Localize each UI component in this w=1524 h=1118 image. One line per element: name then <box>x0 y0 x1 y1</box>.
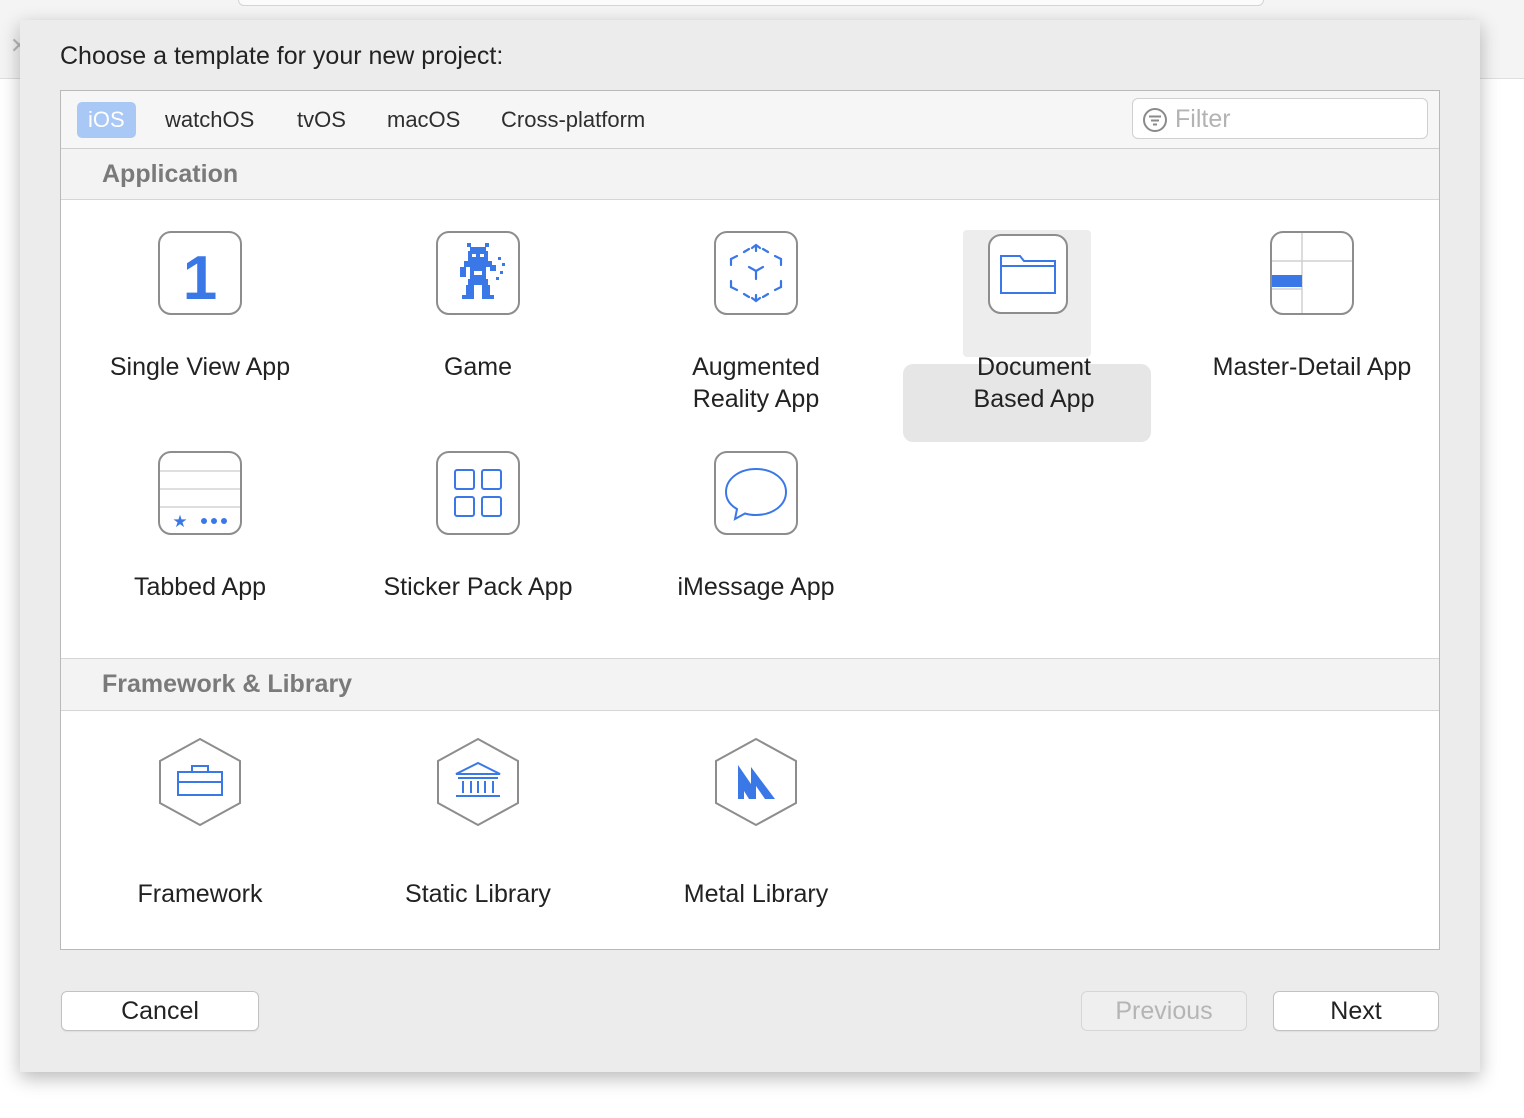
tab-watchos[interactable]: watchOS <box>154 102 265 138</box>
template-master-detail-app[interactable]: Master-Detail App <box>1173 230 1451 450</box>
toolbox-icon <box>159 737 241 827</box>
template-static-library[interactable]: Static Library <box>339 737 617 927</box>
section-title: Framework & Library <box>102 670 353 698</box>
template-label: Sticker Pack App <box>383 573 573 601</box>
sticker-grid-icon <box>436 451 520 535</box>
template-augmented-reality-app[interactable]: Augmented Reality App <box>617 230 895 450</box>
template-label: iMessage App <box>677 573 835 601</box>
previous-button[interactable]: Previous <box>1081 991 1247 1031</box>
single-view-app-icon: 1 <box>158 231 242 315</box>
next-button[interactable]: Next <box>1273 991 1439 1031</box>
template-imessage-app[interactable]: iMessage App <box>617 450 895 650</box>
template-label: Document Based App <box>973 353 1095 413</box>
template-label: Augmented Reality App <box>692 353 820 413</box>
template-single-view-app[interactable]: 1 Single View App <box>61 230 339 450</box>
template-metal-library[interactable]: Metal Library <box>617 737 895 927</box>
tab-tvos[interactable]: tvOS <box>286 102 357 138</box>
message-bubble-icon <box>714 451 798 535</box>
library-building-icon <box>437 737 519 827</box>
background-toolbar-field <box>238 0 1264 6</box>
template-panel: iOS watchOS tvOS macOS Cross-platform Fi… <box>60 90 1440 950</box>
cancel-button[interactable]: Cancel <box>61 991 259 1031</box>
template-label: Tabbed App <box>133 573 267 601</box>
folder-icon <box>988 234 1068 314</box>
master-detail-icon <box>1270 231 1354 315</box>
metal-icon <box>715 737 797 827</box>
template-label: Framework <box>137 880 263 908</box>
template-label: Game <box>443 353 513 381</box>
template-label: Master-Detail App <box>1212 353 1412 381</box>
dialog-prompt: Choose a template for your new project: <box>60 42 504 70</box>
template-label: Metal Library <box>683 880 829 908</box>
augmented-reality-icon <box>714 231 798 315</box>
section-title: Application <box>102 160 239 188</box>
svg-text:★: ★ <box>172 512 187 532</box>
filter-input[interactable] <box>1173 103 1417 136</box>
template-document-based-app[interactable]: Document Based App <box>895 230 1173 450</box>
section-header-framework-library: Framework & Library <box>61 658 1439 711</box>
tab-macos[interactable]: macOS <box>376 102 471 138</box>
game-icon <box>436 231 520 315</box>
tabbed-app-icon: ★ <box>158 451 242 535</box>
template-label: Single View App <box>109 353 291 381</box>
template-game[interactable]: Game <box>339 230 617 450</box>
template-sticker-pack-app[interactable]: Sticker Pack App <box>339 450 617 650</box>
platform-tab-bar: iOS watchOS tvOS macOS Cross-platform <box>61 91 1439 149</box>
section-header-application: Application <box>61 149 1439 200</box>
template-tabbed-app[interactable]: ★ Tabbed App <box>61 450 339 650</box>
template-label: Static Library <box>405 880 551 908</box>
filter-field[interactable] <box>1132 98 1428 139</box>
template-framework[interactable]: Framework <box>61 737 339 927</box>
tab-ios[interactable]: iOS <box>77 102 136 138</box>
tab-cross-platform[interactable]: Cross-platform <box>490 102 656 138</box>
single-view-app-icon-text: 1 <box>183 244 217 313</box>
new-project-sheet: Choose a template for your new project: … <box>20 20 1480 1072</box>
